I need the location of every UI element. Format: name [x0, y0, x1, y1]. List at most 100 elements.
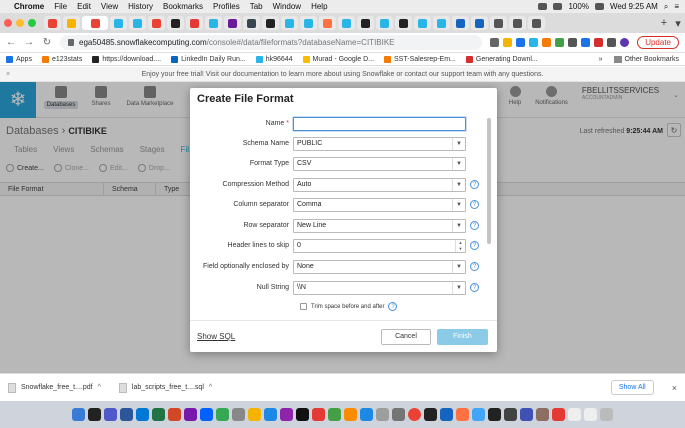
- close-window-button[interactable]: [4, 19, 12, 27]
- folder-icon[interactable]: [584, 408, 597, 421]
- download-item[interactable]: Snowflake_free_t....pdf ^: [8, 382, 101, 393]
- app-store-icon[interactable]: [264, 408, 277, 421]
- download-item[interactable]: lab_scripts_free_t....sql ^: [118, 382, 212, 393]
- puzzle-icon[interactable]: [607, 38, 617, 47]
- browser-tab[interactable]: [528, 16, 545, 30]
- format-type-select[interactable]: CSV ▼: [293, 156, 466, 171]
- reload-icon[interactable]: ↻: [42, 37, 52, 48]
- browser-tab[interactable]: [63, 16, 80, 30]
- bookmark-item[interactable]: Murad - Google D...: [302, 55, 374, 63]
- battery-icon[interactable]: [594, 3, 604, 10]
- browser-tab[interactable]: [471, 16, 488, 30]
- extension-icon[interactable]: [555, 38, 565, 47]
- extension-icon[interactable]: [594, 38, 604, 47]
- browser-tab[interactable]: [395, 16, 412, 30]
- browser-tab[interactable]: [300, 16, 317, 30]
- browser-tab[interactable]: [205, 16, 222, 30]
- menu-edit[interactable]: Edit: [77, 2, 91, 11]
- url-input[interactable]: ega50485.snowflakecomputing.com /console…: [60, 35, 483, 50]
- browser-tab[interactable]: [167, 16, 184, 30]
- new-tab-button[interactable]: +: [657, 17, 671, 29]
- browser-tab[interactable]: [44, 16, 61, 30]
- menu-file[interactable]: File: [54, 2, 67, 11]
- app-icon[interactable]: [536, 408, 549, 421]
- menu-app-name[interactable]: Chrome: [14, 2, 44, 11]
- trim-space-label[interactable]: Trim space before and after: [311, 304, 384, 310]
- finder-icon[interactable]: [72, 408, 85, 421]
- calendar-icon[interactable]: [552, 408, 565, 421]
- app-icon[interactable]: [200, 408, 213, 421]
- battery-percent[interactable]: 100%: [568, 2, 588, 11]
- menu-window[interactable]: Window: [273, 2, 301, 11]
- tab-search-icon[interactable]: ▾: [671, 17, 685, 30]
- browser-tab[interactable]: [262, 16, 279, 30]
- row-separator-help-icon[interactable]: ?: [470, 221, 479, 230]
- extension-icon[interactable]: [529, 38, 539, 47]
- bookmark-item[interactable]: https://download....: [92, 55, 161, 63]
- bookmark-item[interactable]: Generating Downl...: [465, 55, 538, 63]
- minimize-window-button[interactable]: [16, 19, 24, 27]
- browser-tab[interactable]: [490, 16, 507, 30]
- trim-space-checkbox[interactable]: [300, 303, 307, 310]
- null-string-select[interactable]: \\N ▼: [293, 280, 466, 295]
- powerpoint-icon[interactable]: [168, 408, 181, 421]
- numbers-icon[interactable]: [328, 408, 341, 421]
- chevron-up-icon[interactable]: ^: [209, 384, 212, 391]
- menu-profiles[interactable]: Profiles: [213, 2, 240, 11]
- teams-icon[interactable]: [104, 408, 117, 421]
- compression-help-icon[interactable]: ?: [470, 180, 479, 189]
- app-icon[interactable]: [232, 408, 245, 421]
- row-separator-select[interactable]: New Line ▼: [293, 218, 466, 233]
- key-icon[interactable]: [490, 38, 500, 47]
- word-icon[interactable]: [120, 408, 133, 421]
- control-center-icon[interactable]: ≡: [674, 2, 679, 11]
- facetime-icon[interactable]: [216, 408, 229, 421]
- excel-icon[interactable]: [152, 408, 165, 421]
- settings-icon[interactable]: [376, 408, 389, 421]
- null-string-help-icon[interactable]: ?: [470, 283, 479, 292]
- lock-icon[interactable]: [68, 39, 74, 46]
- app-icon[interactable]: [392, 408, 405, 421]
- menu-history[interactable]: History: [128, 2, 153, 11]
- trim-space-help-icon[interactable]: ?: [388, 302, 398, 311]
- browser-tab[interactable]: [452, 16, 469, 30]
- menu-view[interactable]: View: [101, 2, 118, 11]
- tv-icon[interactable]: [296, 408, 309, 421]
- other-bookmarks[interactable]: » Other Bookmarks: [599, 55, 679, 63]
- chrome-icon[interactable]: [408, 408, 421, 421]
- browser-tab[interactable]: [357, 16, 374, 30]
- browser-tab[interactable]: [148, 16, 165, 30]
- back-icon[interactable]: ←: [6, 37, 16, 48]
- menu-help[interactable]: Help: [311, 2, 327, 11]
- forward-icon[interactable]: →: [24, 37, 34, 48]
- stepper-arrows-icon[interactable]: ▲ ▼: [455, 239, 465, 252]
- extension-icon[interactable]: [581, 38, 591, 47]
- browser-tab[interactable]: [110, 16, 127, 30]
- app-icon[interactable]: [520, 408, 533, 421]
- cancel-button[interactable]: Cancel: [381, 329, 431, 345]
- column-separator-select[interactable]: Comma ▼: [293, 197, 466, 212]
- header-lines-stepper[interactable]: 0 ▲ ▼: [293, 238, 466, 253]
- star-icon[interactable]: [503, 38, 513, 47]
- chevron-up-icon[interactable]: ^: [98, 384, 101, 391]
- outlook-icon[interactable]: [136, 408, 149, 421]
- dialog-scrollbar[interactable]: [487, 118, 491, 244]
- profile-avatar[interactable]: [620, 38, 630, 47]
- browser-tab[interactable]: [129, 16, 146, 30]
- photos-icon[interactable]: [248, 408, 261, 421]
- bookmark-apps[interactable]: Apps: [6, 55, 32, 63]
- firefox-icon[interactable]: [456, 408, 469, 421]
- bookmark-item[interactable]: e123stats: [41, 55, 82, 63]
- browser-tab[interactable]: [186, 16, 203, 30]
- column-separator-help-icon[interactable]: ?: [470, 200, 479, 209]
- browser-tab[interactable]: [224, 16, 241, 30]
- podcasts-icon[interactable]: [280, 408, 293, 421]
- keynote-icon[interactable]: [360, 408, 373, 421]
- menu-bookmarks[interactable]: Bookmarks: [163, 2, 203, 11]
- bookmark-item[interactable]: SST-Salesrep-Em...: [384, 55, 456, 63]
- extension-icon[interactable]: [516, 38, 526, 47]
- terminal-icon[interactable]: [88, 408, 101, 421]
- app-icon[interactable]: [424, 408, 437, 421]
- clock[interactable]: Wed 9:25 AM: [610, 2, 658, 11]
- browser-tab[interactable]: [376, 16, 393, 30]
